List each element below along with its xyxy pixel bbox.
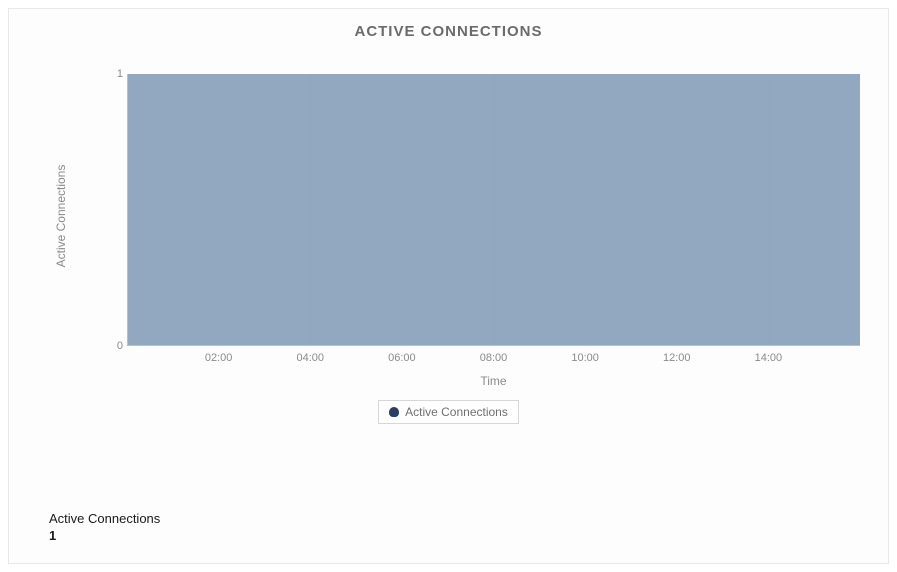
x-tick: 08:00	[480, 352, 508, 364]
legend-swatch-icon	[389, 407, 399, 417]
chart-panel: ACTIVE CONNECTIONS Active Connections 1 …	[8, 8, 889, 564]
legend-label: Active Connections	[405, 405, 508, 419]
summary-value: 1	[49, 528, 160, 543]
plot-region	[127, 74, 860, 346]
y-axis-label: Active Connections	[54, 165, 68, 268]
summary-label: Active Connections	[49, 511, 160, 526]
legend[interactable]: Active Connections	[378, 400, 519, 424]
chart-title: ACTIVE CONNECTIONS	[27, 23, 870, 40]
x-tick: 04:00	[296, 352, 324, 364]
summary-block: Active Connections 1	[49, 511, 160, 543]
x-tick: 14:00	[755, 352, 783, 364]
x-tick: 12:00	[663, 352, 691, 364]
x-axis-label: Time	[127, 374, 860, 388]
x-tick: 06:00	[388, 352, 416, 364]
y-tick-0: 0	[109, 340, 123, 352]
x-tick: 02:00	[205, 352, 233, 364]
x-tick: 10:00	[571, 352, 599, 364]
series-area	[128, 74, 860, 345]
chart-area: Active Connections 1 0 02:00 04:00 06:00…	[97, 46, 860, 386]
x-ticks: 02:00 04:00 06:00 08:00 10:00 12:00 14:0…	[127, 352, 860, 368]
y-tick-1: 1	[109, 68, 123, 80]
